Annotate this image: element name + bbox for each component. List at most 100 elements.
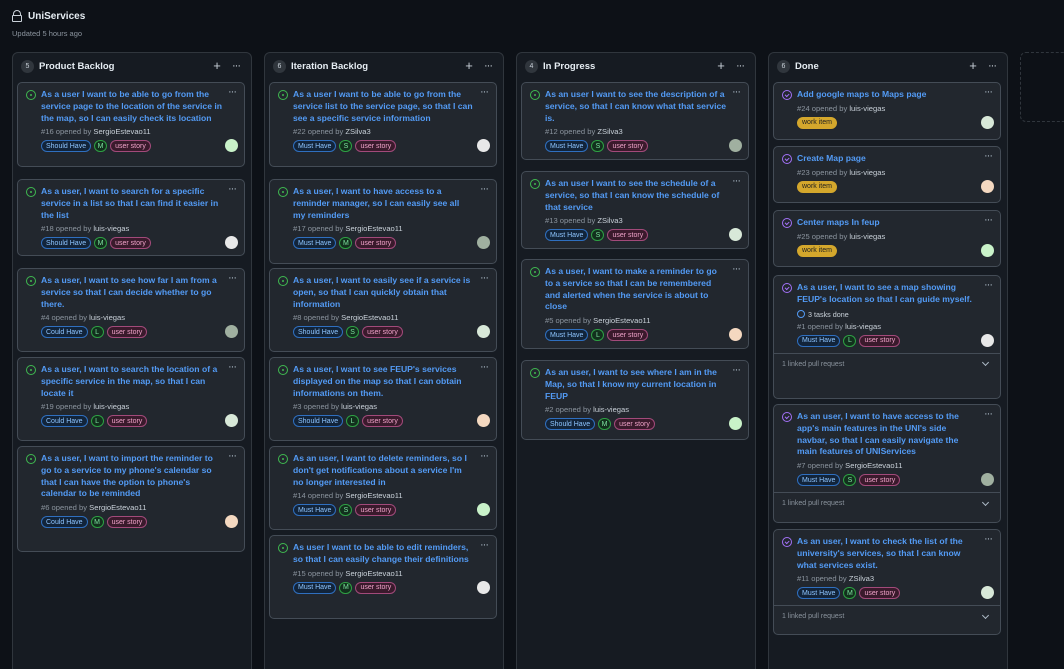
- label-must-have[interactable]: Must Have: [293, 504, 337, 517]
- label-user-story[interactable]: user story: [859, 334, 901, 347]
- issue-title-link[interactable]: As a user I want to be able to go from t…: [41, 89, 236, 124]
- card-menu-icon[interactable]: ···: [480, 272, 489, 284]
- size-label[interactable]: S: [843, 474, 857, 487]
- label-user-story[interactable]: user story: [607, 229, 649, 242]
- author-link[interactable]: luis-viegas: [849, 232, 885, 241]
- label-user-story[interactable]: user story: [362, 415, 403, 428]
- label-user-story[interactable]: user story: [110, 237, 151, 250]
- card-menu-icon[interactable]: ···: [480, 86, 489, 98]
- issue-card[interactable]: As an user, I want to see where I am in …: [521, 360, 749, 440]
- issue-card[interactable]: As a user I want to be able to go from t…: [17, 82, 245, 167]
- column-menu-icon[interactable]: ···: [985, 61, 999, 72]
- issue-card[interactable]: As a user, I want to have access to a re…: [269, 179, 497, 264]
- assignee-avatar[interactable]: [225, 414, 238, 428]
- add-column-placeholder[interactable]: [1020, 52, 1064, 122]
- label-work-item[interactable]: work item: [797, 116, 837, 129]
- issue-card[interactable]: As an user I want to see the schedule of…: [521, 171, 749, 249]
- issue-title-link[interactable]: As a user, I want to see a map showing F…: [797, 282, 992, 306]
- card-menu-icon[interactable]: ···: [732, 364, 741, 376]
- issue-card[interactable]: As a user I want to be able to go from t…: [269, 82, 497, 167]
- issue-title-link[interactable]: As a user, I want to search for a specif…: [41, 186, 236, 221]
- author-link[interactable]: ZSilva3: [597, 127, 622, 136]
- author-link[interactable]: SergioEstevao11: [89, 503, 146, 512]
- label-could-have[interactable]: Could Have: [41, 326, 88, 339]
- card-menu-icon[interactable]: ···: [228, 450, 237, 462]
- size-label[interactable]: L: [843, 334, 857, 347]
- issue-title-link[interactable]: Create Map page: [797, 153, 992, 165]
- issue-card[interactable]: Create Map page ··· #23 opened by luis-vie…: [773, 146, 1001, 203]
- issue-title-link[interactable]: As a user I want to be able to go from t…: [293, 89, 488, 124]
- issue-card[interactable]: As a user, I want to import the reminder…: [17, 446, 245, 552]
- assignee-avatar[interactable]: [477, 414, 490, 428]
- label-user-story[interactable]: user story: [355, 237, 397, 250]
- label-must-have[interactable]: Must Have: [545, 140, 589, 153]
- issue-title-link[interactable]: As a user, I want to make a reminder to …: [545, 266, 740, 313]
- assignee-avatar[interactable]: [477, 325, 490, 339]
- size-label[interactable]: M: [94, 140, 108, 153]
- label-user-story[interactable]: user story: [362, 326, 403, 339]
- card-menu-icon[interactable]: ···: [984, 150, 993, 162]
- add-item-icon[interactable]: +: [966, 59, 980, 72]
- size-label[interactable]: S: [591, 229, 605, 242]
- size-label[interactable]: M: [339, 237, 353, 250]
- card-menu-icon[interactable]: ···: [480, 361, 489, 373]
- card-menu-icon[interactable]: ···: [480, 450, 489, 462]
- issue-card[interactable]: As a user, I want to see a map showing F…: [773, 275, 1001, 399]
- label-should-have[interactable]: Should Have: [545, 418, 596, 431]
- card-menu-icon[interactable]: ···: [228, 86, 237, 98]
- issue-card[interactable]: As user I want to be able to edit remind…: [269, 535, 497, 619]
- author-link[interactable]: luis-viegas: [93, 224, 129, 233]
- linked-pull-request-row[interactable]: 1 linked pull request: [774, 352, 1000, 375]
- label-user-story[interactable]: user story: [614, 418, 655, 431]
- linked-pull-request-row[interactable]: 1 linked pull request: [774, 492, 1000, 514]
- issue-title-link[interactable]: As a user, I want to search the location…: [41, 364, 236, 399]
- author-link[interactable]: luis-viegas: [849, 104, 885, 113]
- label-must-have[interactable]: Must Have: [293, 581, 337, 594]
- author-link[interactable]: SergioEstevao11: [593, 316, 650, 325]
- assignee-avatar[interactable]: [981, 179, 994, 193]
- label-user-story[interactable]: user story: [607, 329, 649, 342]
- size-label[interactable]: S: [339, 140, 353, 153]
- assignee-avatar[interactable]: [981, 586, 994, 600]
- column-menu-icon[interactable]: ···: [481, 61, 495, 72]
- size-label[interactable]: S: [339, 504, 353, 517]
- chevron-down-icon[interactable]: [981, 359, 990, 367]
- issue-title-link[interactable]: Center maps In feup: [797, 217, 992, 229]
- issue-title-link[interactable]: As an user, I want to see where I am in …: [545, 367, 740, 402]
- size-label[interactable]: M: [339, 581, 353, 594]
- card-menu-icon[interactable]: ···: [732, 263, 741, 275]
- card-menu-icon[interactable]: ···: [732, 175, 741, 187]
- column-menu-icon[interactable]: ···: [733, 61, 747, 72]
- assignee-avatar[interactable]: [729, 328, 742, 342]
- label-user-story[interactable]: user story: [106, 415, 148, 428]
- issue-title-link[interactable]: As an user I want to see the schedule of…: [545, 178, 740, 213]
- author-link[interactable]: luis-viegas: [845, 322, 881, 331]
- author-link[interactable]: SergioEstevao11: [845, 461, 902, 470]
- assignee-avatar[interactable]: [981, 473, 994, 487]
- card-menu-icon[interactable]: ···: [228, 183, 237, 195]
- author-link[interactable]: luis-viegas: [849, 168, 885, 177]
- card-menu-icon[interactable]: ···: [984, 533, 993, 545]
- label-could-have[interactable]: Could Have: [41, 415, 88, 428]
- label-user-story[interactable]: user story: [355, 140, 397, 153]
- size-label[interactable]: L: [90, 415, 104, 428]
- assignee-avatar[interactable]: [981, 333, 994, 347]
- issue-card[interactable]: As a user, I want to see how far I am fr…: [17, 268, 245, 352]
- label-must-have[interactable]: Must Have: [545, 229, 589, 242]
- label-should-have[interactable]: Should Have: [293, 326, 344, 339]
- size-label[interactable]: M: [90, 516, 104, 529]
- issue-card[interactable]: As an user, I want to have access to the…: [773, 404, 1001, 523]
- assignee-avatar[interactable]: [225, 139, 238, 153]
- issue-title-link[interactable]: As an user, I want to have access to the…: [797, 411, 992, 458]
- assignee-avatar[interactable]: [225, 236, 238, 250]
- issue-title-link[interactable]: As an user, I want to check the list of …: [797, 536, 992, 571]
- card-menu-icon[interactable]: ···: [732, 86, 741, 98]
- label-should-have[interactable]: Should Have: [41, 237, 92, 250]
- size-label[interactable]: L: [346, 415, 360, 428]
- author-link[interactable]: SergioEstevao11: [93, 127, 150, 136]
- label-must-have[interactable]: Must Have: [293, 237, 337, 250]
- author-link[interactable]: SergioEstevao11: [345, 569, 402, 578]
- label-must-have[interactable]: Must Have: [797, 587, 841, 600]
- label-should-have[interactable]: Should Have: [41, 140, 92, 153]
- issue-title-link[interactable]: As an user, I want to delete reminders, …: [293, 453, 488, 488]
